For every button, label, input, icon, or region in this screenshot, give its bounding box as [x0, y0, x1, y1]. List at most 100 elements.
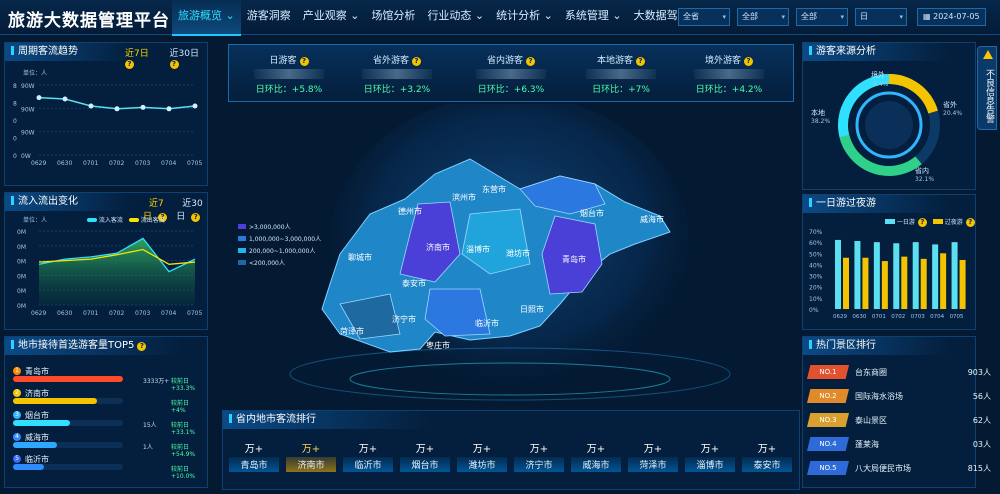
y-tick: 10%	[809, 296, 823, 303]
bar-overnight	[901, 256, 908, 309]
city-card[interactable]: 万+ 济南市	[286, 440, 336, 472]
weekly-line-chart: 8 8 0 0 0 90W 90W 90W 0W0629 0630 0701 0702 0703 0704…	[13, 83, 202, 167]
map-city-label: 潍坊市	[506, 248, 530, 258]
city-name: 临沂市	[343, 457, 393, 472]
bar-oneday	[893, 243, 900, 309]
bar-overnight	[959, 259, 966, 309]
nav-item-industry[interactable]: 产业观察 ⌄	[297, 0, 366, 34]
city-card[interactable]: 万+ 济宁市	[514, 440, 564, 472]
filter-bar: 全省 ▾ 全部 ▾ 全部 ▾ 日 ▾ ▦ 2024-07-05	[678, 8, 986, 26]
city-card[interactable]: 万+ 泰安市	[742, 440, 792, 472]
map-city-label: 泰安市	[402, 278, 426, 288]
city-card[interactable]: 万+ 潍坊市	[457, 440, 507, 472]
help-icon: ?	[412, 57, 421, 66]
x-tick: 0630	[57, 310, 72, 317]
help-icon: ?	[744, 57, 753, 66]
nav-item-venue[interactable]: 场馆分析	[365, 0, 421, 34]
flow-panel: 流入流出变化 近7日? 近30日? 单位：人 流入客流 流出客流 0M 0M 0M 0…	[4, 192, 208, 330]
city-card[interactable]: 万+ 烟台市	[400, 440, 450, 472]
nav-item-visitor-insight[interactable]: 游客洞察	[241, 0, 297, 34]
legend-item: 200,000~1,000,000人	[238, 246, 321, 258]
y-tick: 8	[13, 83, 17, 90]
nav-item-statistics[interactable]: 统计分析 ⌄	[490, 0, 559, 34]
city-value: 万+	[244, 444, 264, 455]
city-value: 万+	[757, 444, 777, 455]
bar-oneday	[912, 242, 919, 309]
nav-item-overview[interactable]: 旅游概览 ⌄	[172, 0, 241, 36]
city-card[interactable]: 万+ 临沂市	[343, 440, 393, 472]
tab-30-days[interactable]: 近30日?	[176, 196, 207, 222]
x-tick: 0701	[872, 314, 886, 320]
spot-value: 56人	[972, 392, 991, 401]
y-tick: 0M	[17, 229, 26, 236]
x-tick: 0705	[187, 160, 202, 167]
city-card[interactable]: 万+ 威海市	[571, 440, 621, 472]
bar-overnight	[920, 258, 927, 309]
map-city-label: 青岛市	[562, 254, 586, 264]
map-city-label: 日照市	[520, 304, 544, 314]
data-point	[140, 104, 146, 110]
data-point	[88, 103, 94, 109]
kpi-overseas: 境外游客? 日环比：+4.2%	[694, 56, 764, 95]
panel-title: 热门景区排行	[803, 337, 949, 355]
bar-overnight	[881, 261, 888, 309]
y-tick-label: 90W	[21, 130, 35, 137]
city-card[interactable]: 万+ 菏泽市	[628, 440, 678, 472]
spot-name: 泰山景区	[855, 416, 887, 425]
alert-side-tab[interactable]: 不良信息告警	[977, 46, 997, 130]
pct-out-province: 20.4%	[943, 110, 962, 117]
value-bar	[13, 442, 57, 448]
x-tick: 0704	[930, 314, 944, 320]
x-tick: 0701	[83, 160, 98, 167]
rank-tag: NO.3	[807, 413, 849, 427]
city-name: 菏泽市	[628, 457, 678, 472]
x-tick: 0703	[911, 314, 925, 320]
hot-spot-row[interactable]: NO.1 台东商圈 903人	[807, 365, 997, 381]
type-select[interactable]: 全部 ▾	[737, 8, 789, 26]
city-value: 万+	[415, 444, 435, 455]
top5-row[interactable]: 3 烟台市 15人 较前日+33.1%	[13, 411, 203, 436]
y-tick: 0M	[17, 288, 26, 295]
city-card[interactable]: 万+ 青岛市	[229, 440, 279, 472]
y-tick: 0	[13, 136, 17, 143]
city-card[interactable]: 万+ 淄博市	[685, 440, 735, 472]
x-tick: 0629	[31, 310, 46, 317]
top5-row[interactable]: 4 威海市 1人 较前日+54.9%	[13, 433, 203, 458]
top5-row[interactable]: 1 青岛市 3333万+ 较前日+33.3%	[13, 367, 203, 392]
bar-overnight	[862, 257, 869, 309]
data-point	[114, 106, 120, 112]
province-select[interactable]: 全省 ▾	[678, 8, 730, 26]
x-tick: 0704	[161, 310, 176, 317]
spot-value: 815人	[967, 464, 991, 473]
help-icon: ?	[965, 218, 975, 227]
hot-spot-row[interactable]: NO.2 国际海水浴场 56人	[807, 389, 997, 405]
map-city-label: 济宁市	[392, 314, 416, 324]
period-select[interactable]: 日 ▾	[855, 8, 907, 26]
rank-badge: 2	[13, 389, 21, 397]
oneday-panel: 一日游过夜游 一日游? 过夜游? 70% 60% 50% 40% 30% 20% 10% 0%…	[802, 194, 976, 330]
y-tick-label: 90W	[21, 106, 35, 113]
label-overseas: 境外	[871, 70, 885, 79]
nav-item-news[interactable]: 行业动态 ⌄	[421, 0, 490, 34]
hot-spot-row[interactable]: NO.3 泰山景区 62人	[807, 413, 997, 429]
ring-center	[865, 101, 913, 149]
spot-name: 国际海水浴场	[855, 392, 903, 401]
date-picker[interactable]: ▦ 2024-07-05	[917, 8, 986, 26]
help-icon: ?	[299, 57, 309, 66]
map-city-label: 滨州市	[452, 192, 476, 202]
map-city-label: 济南市	[426, 242, 450, 252]
top5-row[interactable]: 5 临沂市 较前日+10.0%	[13, 455, 203, 480]
rank-badge: 3	[13, 411, 21, 419]
nav-item-system[interactable]: 系统管理 ⌄	[559, 0, 628, 34]
y-tick: 0M	[17, 259, 26, 266]
map-legend: >3,000,000人 1,000,000~3,000,000人 200,000…	[238, 222, 321, 270]
hot-spot-row[interactable]: NO.5 八大局便民市场 815人	[807, 461, 997, 477]
legend-b: 过夜游	[944, 219, 963, 226]
flow-area-chart: 0M 0M 0M 0M 0M 0M 0629 0630 0701 0702 0703 0704 0705	[17, 229, 202, 317]
category-select[interactable]: 全部 ▾	[796, 8, 848, 26]
top5-row[interactable]: 2 济南市 较前日+4%	[13, 389, 203, 414]
hot-spot-row[interactable]: NO.4 蓬莱海 03人	[807, 437, 997, 453]
weekly-trend-panel: 周期客流趋势 近7日? 近30日? 单位：人 8 8 0 0 0 90W 90W 90W 0W 0…	[4, 42, 208, 186]
y-tick: 60%	[809, 240, 823, 247]
x-tick: 0702	[109, 160, 124, 167]
